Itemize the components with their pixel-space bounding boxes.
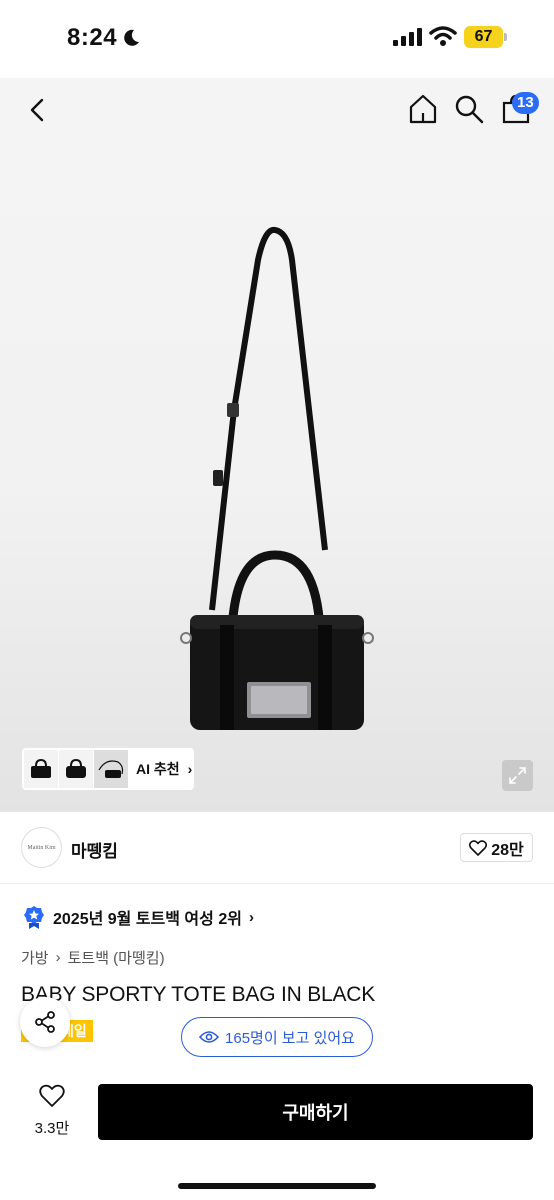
brand-like-count: 28만: [491, 841, 524, 859]
brand-row: Maitin Kim 마뗑킴 28만: [0, 812, 554, 884]
chevron-right-icon: ›: [55, 949, 61, 966]
chevron-right-icon: ›: [187, 761, 193, 777]
heart-icon: [39, 1084, 65, 1107]
bag-thumbnail-icon: [98, 760, 124, 778]
cart-count-badge: 13: [512, 92, 539, 114]
share-icon: [35, 1011, 55, 1033]
ranking-link[interactable]: 2025년 9월 토트백 여성 2위 ›: [23, 905, 254, 929]
breadcrumb-item[interactable]: 가방: [21, 947, 49, 968]
search-icon[interactable]: [453, 93, 485, 125]
ranking-text: 2025년 9월 토트백 여성 2위: [53, 911, 242, 928]
thumbnail-item[interactable]: [94, 750, 128, 788]
product-title: BABY SPORTY TOTE BAG IN BLACK: [21, 983, 376, 1006]
chevron-right-icon: ›: [248, 908, 254, 926]
wishlist-count: 3.3만: [34, 1120, 70, 1137]
live-viewers-text: 165명이 보고 있어요: [225, 1029, 355, 1047]
bottom-action-bar: 3.3만 구매하기: [0, 1070, 554, 1200]
thumbnail-item[interactable]: [59, 750, 93, 788]
product-photo: [180, 226, 374, 730]
home-indicator: [178, 1183, 376, 1189]
bag-thumbnail-icon: [31, 758, 51, 778]
heart-icon: [469, 839, 488, 856]
ai-recommend-button[interactable]: AI 추천 ›: [136, 759, 192, 779]
status-bar: 8:24 67: [0, 0, 554, 78]
signal-icon: [393, 28, 422, 46]
back-arrow-icon[interactable]: [26, 96, 50, 124]
breadcrumb: 가방 › 토트백 (마뗑킴): [21, 947, 165, 968]
thumbnail-strip: AI 추천 ›: [22, 748, 194, 790]
brand-name[interactable]: 마뗑킴: [71, 837, 118, 862]
brand-like-button[interactable]: 28만: [460, 833, 533, 862]
brand-logo[interactable]: Maitin Kim: [21, 827, 62, 868]
status-time: 8:24: [67, 24, 118, 51]
battery-level: 67: [474, 28, 493, 45]
ai-recommend-label: AI 추천: [136, 761, 180, 777]
moon-icon: [124, 29, 139, 46]
eye-icon: [199, 1031, 220, 1043]
battery-indicator: 67: [464, 26, 508, 48]
wifi-icon: [429, 26, 457, 46]
brand-logo-text: Maitin Kim: [27, 844, 56, 851]
breadcrumb-item[interactable]: 토트백 (마뗑킴): [68, 947, 165, 968]
bag-thumbnail-icon: [66, 758, 86, 778]
wishlist-button[interactable]: 3.3만: [28, 1084, 76, 1138]
buy-button[interactable]: 구매하기: [98, 1084, 533, 1140]
expand-icon[interactable]: [502, 760, 533, 791]
ranking-medal-icon: [24, 906, 44, 929]
share-button[interactable]: [20, 997, 70, 1047]
home-icon[interactable]: [407, 93, 439, 125]
thumbnail-item[interactable]: [24, 750, 58, 788]
live-viewers-pill: 165명이 보고 있어요: [181, 1017, 373, 1057]
top-nav: [0, 78, 554, 142]
